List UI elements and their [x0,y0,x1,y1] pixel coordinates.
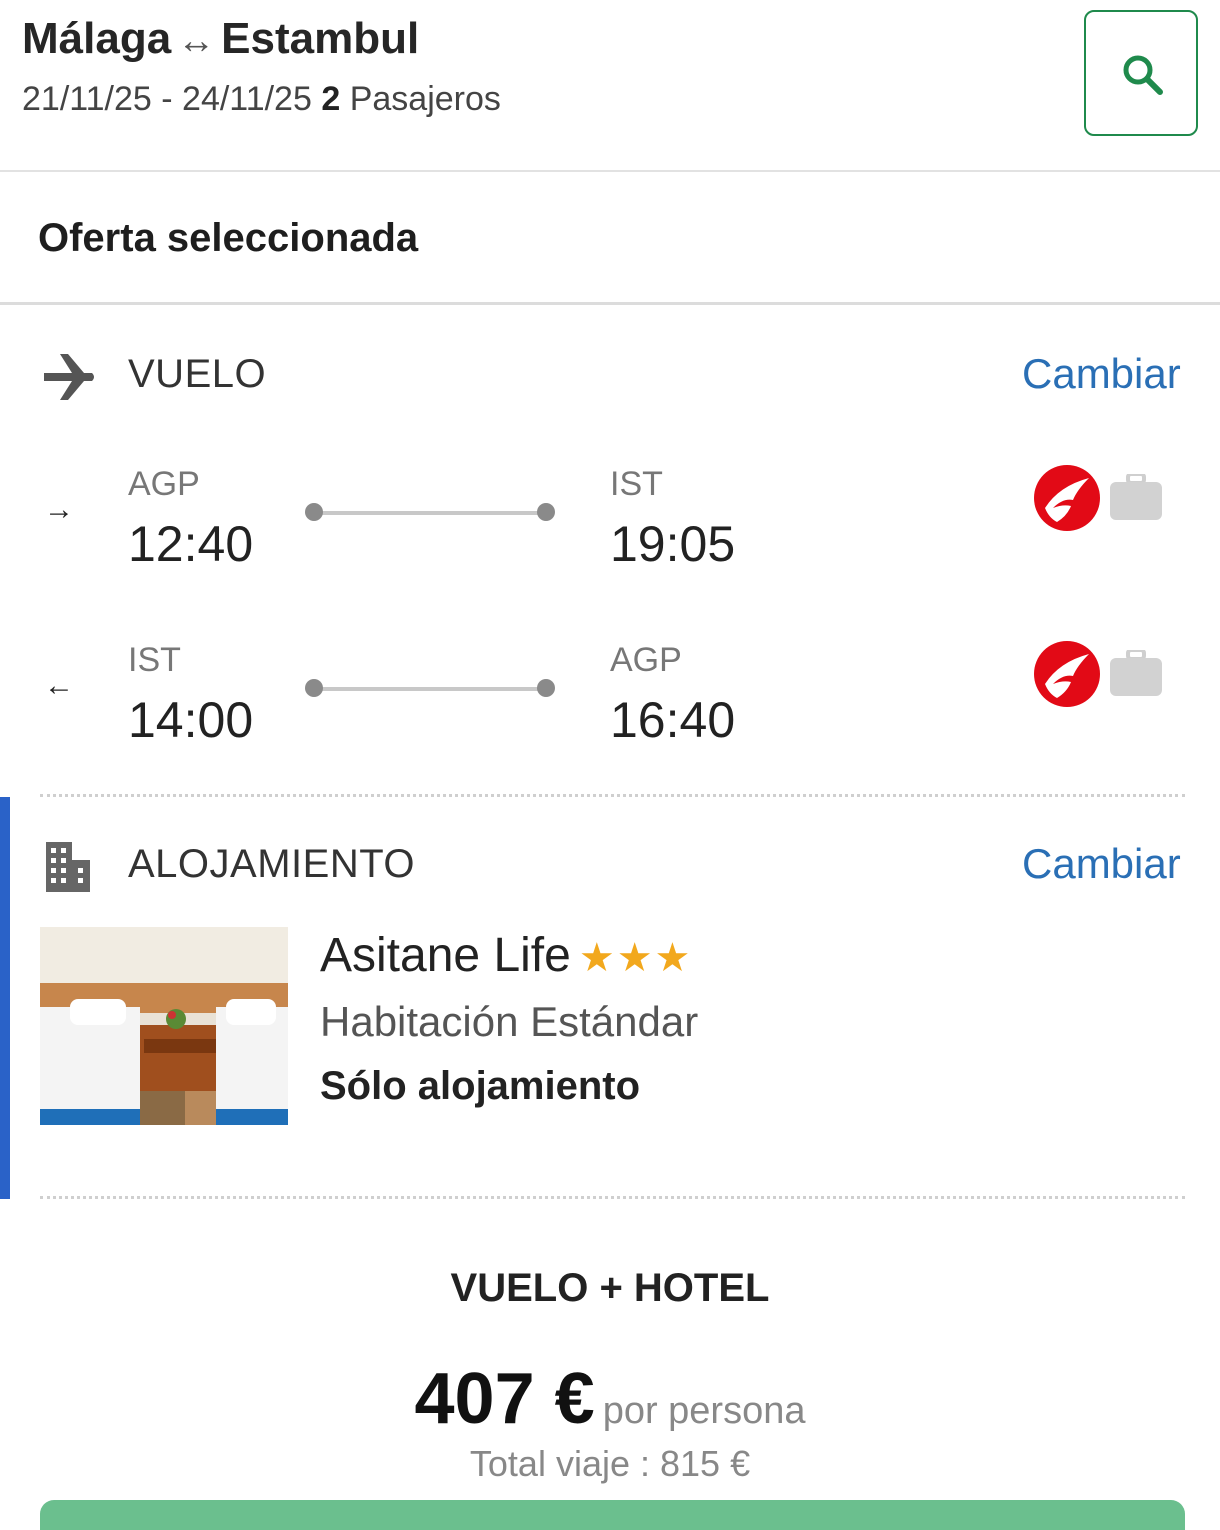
package-title: VUELO + HOTEL [450,1266,770,1310]
passenger-count: 2 [321,80,341,118]
trip-total-price: Total viaje : 815 € [469,1443,751,1484]
destination-city: Estambul [221,14,420,63]
selected-offer-bar: Oferta seleccionada [0,172,1220,305]
turkish-airlines-logo [1034,641,1100,707]
board-type: Sólo alojamiento [320,1064,641,1108]
passenger-label: Pasajeros [349,80,501,118]
hotel-star-rating: ★★★ [578,936,693,980]
room-type: Habitación Estándar [320,998,699,1045]
trip-dates: 21/11/25 - 24/11/25 [22,80,312,118]
accommodation-section-title: ALOJAMIENTO [128,842,416,886]
route-start-dot [305,679,323,697]
hotel-name[interactable]: Asitane Life ★★★ [320,928,692,983]
building-icon [46,842,90,892]
section-divider [40,1196,1185,1199]
search-icon [1123,55,1163,95]
flight-leg-return[interactable]: ← IST 14:00 AGP 16:40 [0,623,1220,753]
flight-leg-outbound[interactable]: → AGP 12:40 IST 19:05 [0,447,1220,577]
selected-section-indicator [0,797,10,1199]
flight-route-line [314,687,546,691]
departure-airport: AGP [128,465,200,503]
price-per-person: 407 € por persona [0,1358,1220,1440]
departure-time: 12:40 [128,516,254,572]
return-arrow-icon: ← [44,669,74,702]
hotel-name-text: Asitane Life [320,929,571,982]
departure-airport: IST [128,641,181,679]
search-summary-header: Málaga ↔ Estambul 21/11/25 - 24/11/25 2 Pa… [0,0,1220,172]
arrival-airport: AGP [610,641,682,679]
flight-section-title: VUELO [128,352,267,396]
route-end-dot [537,679,555,697]
arrival-time: 16:40 [610,692,736,748]
search-button[interactable] [1084,10,1198,136]
price-amount: 407 € [414,1359,595,1439]
airplane-icon [44,354,94,400]
origin-city: Málaga [22,14,172,63]
outbound-arrow-icon: → [44,493,74,526]
route-title: Málaga ↔ Estambul [22,14,419,64]
section-divider [40,794,1185,797]
hotel-room-photo[interactable] [40,927,288,1125]
flight-route-line [314,511,546,515]
change-flight-link[interactable]: Cambiar [1022,350,1181,398]
trip-details: 21/11/25 - 24/11/25 2 Pasajeros [22,80,501,119]
suitcase-icon [1110,650,1162,696]
change-accommodation-link[interactable]: Cambiar [1022,840,1181,888]
suitcase-icon [1110,474,1162,520]
turkish-airlines-logo [1034,465,1100,531]
arrival-time: 19:05 [610,516,736,572]
arrival-airport: IST [610,465,663,503]
departure-time: 14:00 [128,692,254,748]
continue-button[interactable] [40,1500,1185,1530]
route-start-dot [305,503,323,521]
round-trip-arrow: ↔ [177,20,216,62]
selected-offer-title: Oferta seleccionada [38,216,419,260]
price-per-person-label: por persona [602,1390,806,1432]
route-end-dot [537,503,555,521]
